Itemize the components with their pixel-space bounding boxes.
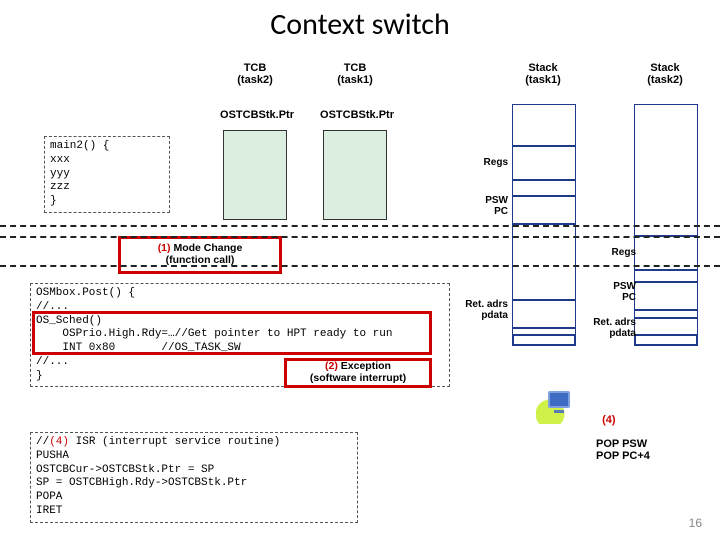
stack1-lowmem — [512, 334, 576, 346]
stack2-pswpc-cell — [635, 281, 697, 311]
tcb2-header: TCB (task2) — [220, 62, 290, 86]
dashline-1 — [0, 225, 720, 227]
page-title: Context switch — [0, 0, 720, 43]
stack2-lowmem — [634, 334, 698, 346]
stack2-header: Stack (task2) — [630, 62, 700, 86]
step2-note: (2) Exception (software interrupt) — [286, 361, 430, 384]
tcb2-box — [223, 130, 287, 220]
stack1-ret-label: Ret. adrs pdata — [448, 300, 508, 321]
stack1-ret-cell — [513, 299, 575, 329]
stack2-ret-label: Ret. adrs pdata — [576, 318, 636, 339]
isr-codeblock: //(4) ISR (interrupt service routine) PU… — [30, 432, 358, 523]
stack2-regs-label: Regs — [576, 248, 636, 259]
monitor-base — [554, 410, 564, 413]
step4-text: POP PSW POP PC+4 — [596, 438, 650, 462]
tcb1-header: TCB (task1) — [320, 62, 390, 86]
main2-codeblock: main2() { xxx yyy zzz } — [44, 136, 170, 213]
step4-marker: (4) — [602, 414, 615, 426]
tcb1-stkptr-label: OSTCBStk.Ptr — [307, 109, 407, 121]
stack1-pswpc-label: PSW PC — [448, 196, 508, 217]
tcb2-stkptr-label: OSTCBStk.Ptr — [207, 109, 307, 121]
dashline-2 — [0, 236, 720, 238]
step1-label-redbox — [118, 236, 282, 274]
monitor-screen — [548, 391, 570, 408]
stack1-regs-label: Regs — [448, 158, 508, 169]
stack1-pswpc-cell — [513, 195, 575, 225]
tcb1-box — [323, 130, 387, 220]
stack1-header: Stack (task1) — [508, 62, 578, 86]
monitor-icon — [536, 388, 576, 424]
mbox-sched-redbox — [32, 311, 432, 355]
dashline-3 — [0, 265, 720, 267]
slide-number: 16 — [689, 516, 702, 530]
stack2-pswpc-label: PSW PC — [576, 282, 636, 303]
stack1-regs-cell — [513, 145, 575, 181]
step4-note: (4) POP PSW POP PC+4 — [596, 402, 706, 462]
